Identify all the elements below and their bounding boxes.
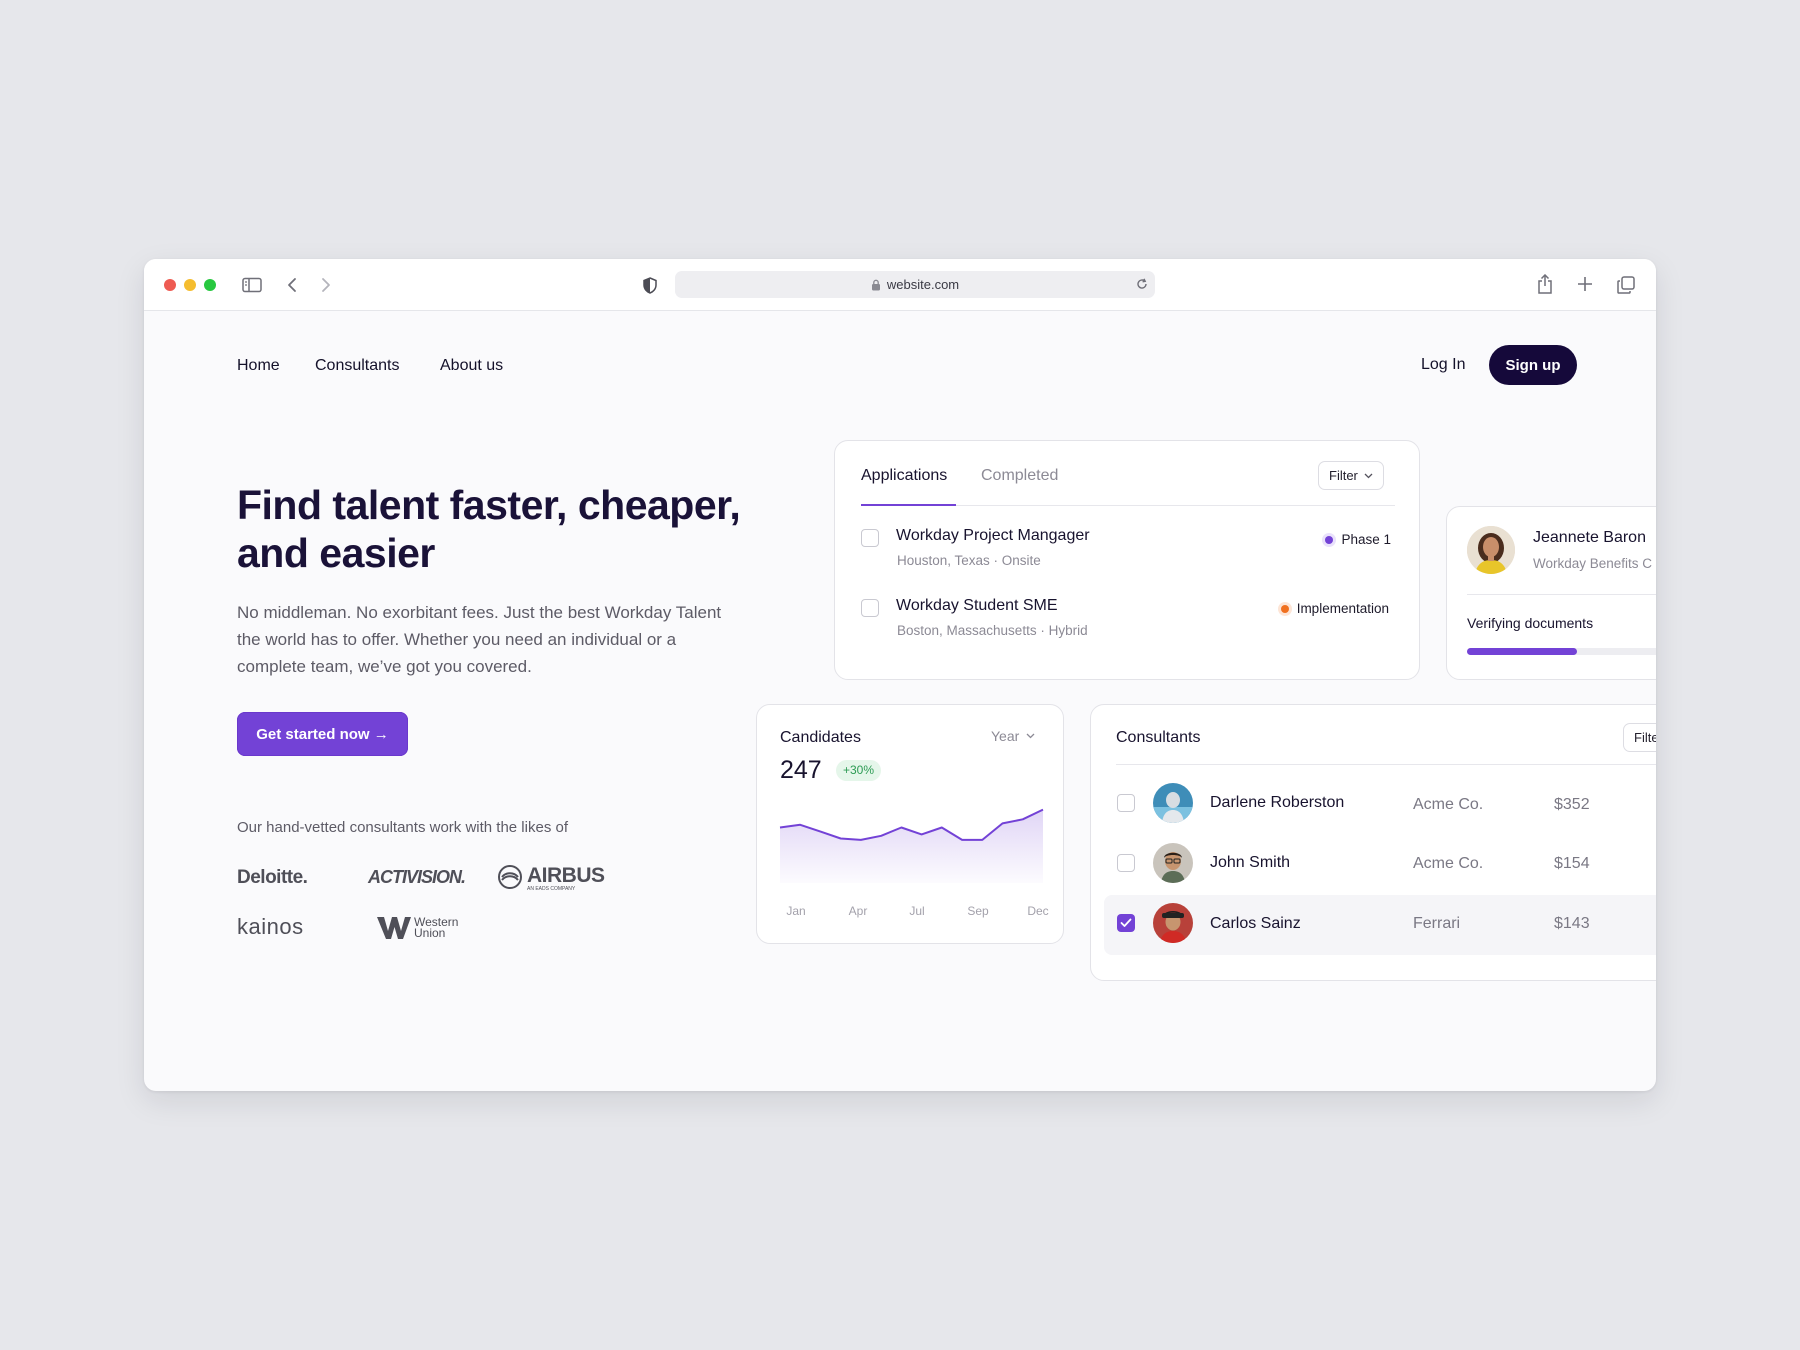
candidates-chart: Jan Apr Jul Sep Dec	[779, 808, 1049, 918]
deloitte-logo: Deloitte.	[237, 867, 308, 888]
new-tab-icon[interactable]	[1576, 275, 1594, 293]
minimize-window-button[interactable]	[184, 279, 196, 291]
profile-divider	[1467, 594, 1656, 595]
share-icon[interactable]	[1536, 272, 1554, 296]
nav-home-link[interactable]: Home	[237, 357, 280, 375]
candidates-card: Candidates Year 247 +30% Jan Apr Jul Sep Dec	[756, 704, 1064, 944]
url-text: website.com	[886, 277, 960, 292]
consultants-filter-button[interactable]: Filte	[1623, 723, 1656, 752]
forward-arrow-icon[interactable]	[318, 275, 334, 295]
x-tick-label: Jul	[909, 904, 924, 918]
chart-area	[780, 809, 1043, 883]
login-link[interactable]: Log In	[1421, 356, 1465, 374]
x-tick-label: Apr	[849, 904, 868, 918]
maximize-window-button[interactable]	[204, 279, 216, 291]
tab-completed[interactable]: Completed	[981, 467, 1058, 485]
nav-about-link[interactable]: About us	[440, 357, 503, 375]
airbus-emblem-icon	[498, 865, 522, 889]
lock-icon	[871, 279, 880, 290]
filter-label: Filter	[1329, 468, 1358, 483]
consultant-rate: $143	[1554, 915, 1590, 932]
chevron-down-icon	[1364, 473, 1373, 478]
avatar	[1153, 903, 1193, 943]
tab-overview-icon[interactable]	[1616, 275, 1636, 295]
consultant-rate: $154	[1554, 855, 1590, 872]
consultants-divider	[1116, 764, 1656, 765]
kainos-logo: kainos	[237, 914, 304, 939]
x-tick-label: Dec	[1027, 904, 1048, 918]
status-dot	[1280, 604, 1289, 613]
tab-applications[interactable]: Applications	[861, 467, 947, 485]
privacy-shield-icon[interactable]	[641, 275, 659, 295]
consultant-checkbox[interactable]	[1117, 854, 1135, 872]
nav-consultants-link[interactable]: Consultants	[315, 357, 400, 375]
consultants-card: Consultants Filte Darlene Roberston Acme…	[1090, 704, 1656, 981]
web-page: Home Consultants About us Log In Sign up…	[144, 311, 1656, 1091]
status-label: Phase 1	[1341, 532, 1391, 547]
status-label: Implementation	[1296, 601, 1389, 616]
browser-window: website.com Home Consultants About us Lo…	[144, 259, 1656, 1091]
western-union-logo: Western Union	[377, 915, 467, 943]
consultant-checkbox[interactable]	[1117, 794, 1135, 812]
sidebar-toggle-icon[interactable]	[242, 275, 262, 295]
profile-role: Workday Benefits C	[1533, 556, 1653, 571]
western-union-wordmark: Western Union	[414, 915, 459, 940]
hero-title: Find talent faster, cheaper, and easier	[237, 482, 741, 576]
consultant-name: Darlene Roberston	[1210, 794, 1345, 811]
airbus-wordmark: AIRBUS	[527, 864, 605, 887]
application-title: Workday Project Mangager	[896, 527, 1090, 544]
back-arrow-icon[interactable]	[284, 275, 300, 295]
status-badge: Implementation	[1280, 601, 1389, 616]
profile-name: Jeannete Baron	[1533, 529, 1646, 546]
checkmark-icon	[1120, 918, 1132, 927]
filter-label: Filte	[1634, 730, 1656, 745]
consultant-company: Acme Co.	[1413, 855, 1484, 872]
signup-button[interactable]: Sign up	[1489, 345, 1577, 385]
consultant-row-selected[interactable]: Carlos Sainz Ferrari $143	[1104, 895, 1656, 955]
applications-card: Applications Completed Filter Workday Pr…	[834, 440, 1420, 680]
application-title: Workday Student SME	[896, 597, 1058, 614]
avatar	[1153, 783, 1193, 823]
applications-filter-button[interactable]: Filter	[1318, 461, 1384, 490]
status-dot	[1325, 535, 1334, 544]
x-tick-label: Jan	[786, 904, 805, 918]
clients-caption: Our hand-vetted consultants work with th…	[237, 819, 568, 836]
consultant-name: John Smith	[1210, 854, 1291, 871]
application-checkbox[interactable]	[861, 529, 879, 547]
airbus-tagline: AN EADS COMPANY	[527, 886, 576, 892]
consultants-title: Consultants	[1116, 729, 1201, 746]
application-checkbox[interactable]	[861, 599, 879, 617]
consultant-name: Carlos Sainz	[1210, 915, 1301, 932]
consultant-company: Acme Co.	[1413, 796, 1484, 813]
browser-toolbar: website.com	[144, 259, 1656, 311]
avatar	[1153, 843, 1193, 883]
avatar	[1467, 526, 1515, 574]
hero-description: No middleman. No exorbitant fees. Just t…	[237, 603, 722, 676]
western-union-emblem-icon	[377, 917, 411, 939]
progress-track	[1467, 648, 1656, 655]
address-bar[interactable]: website.com	[675, 271, 1155, 298]
consultant-rate: $352	[1554, 796, 1590, 813]
get-started-button[interactable]: Get started now →	[237, 712, 408, 756]
consultant-checkbox-checked[interactable]	[1117, 914, 1135, 932]
task-label: Verifying documents	[1467, 615, 1594, 631]
progress-fill	[1467, 648, 1577, 655]
activision-logo: ACTIVISION.	[368, 867, 466, 887]
status-badge: Phase 1	[1325, 532, 1391, 547]
consultant-company: Ferrari	[1413, 915, 1461, 932]
reload-icon[interactable]	[1135, 277, 1149, 291]
application-location: Houston, Texas · Onsite	[897, 553, 1041, 568]
active-tab-indicator	[861, 504, 956, 506]
close-window-button[interactable]	[164, 279, 176, 291]
x-tick-label: Sep	[967, 904, 989, 918]
application-location: Boston, Massachusetts · Hybrid	[897, 623, 1088, 638]
airbus-logo: AIRBUS AN EADS COMPANY	[497, 864, 617, 894]
profile-card[interactable]: Jeannete Baron Workday Benefits C Verify…	[1446, 506, 1656, 680]
